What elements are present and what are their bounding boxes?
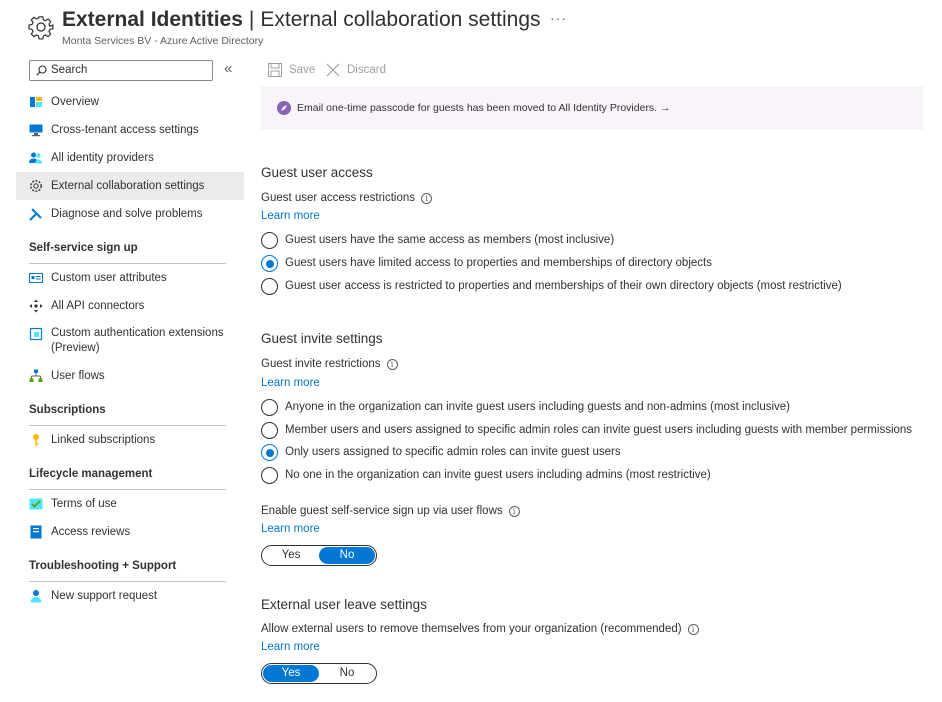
radio-guest-invite-2[interactable]: Only users assigned to specific admin ro… (261, 444, 621, 462)
section-title-subscriptions: Subscriptions (29, 404, 106, 416)
section-heading-guest-invite: Guest invite settings (261, 331, 383, 346)
overview-icon (30, 97, 42, 107)
learn-more-link[interactable]: Learn more (261, 377, 320, 389)
sidebar-item-external-collaboration[interactable]: External collaboration settings (16, 172, 244, 200)
sidebar-item-cross-tenant[interactable]: Cross-tenant access settings (16, 116, 244, 144)
sidebar-item-new-support-request[interactable]: New support request (16, 582, 244, 610)
save-button[interactable]: Save (268, 62, 320, 80)
card-icon (29, 273, 43, 283)
radio-guest-invite-3[interactable]: No one in the organization can invite gu… (261, 467, 721, 485)
info-icon[interactable]: i (687, 624, 699, 635)
page-title: External Identities | External collaborati… (62, 8, 541, 31)
collapse-sidebar-button[interactable]: « (224, 60, 232, 78)
radio-button-selected[interactable] (261, 255, 278, 272)
radio-button[interactable] (261, 278, 278, 295)
toggle-yes[interactable]: Yes (263, 547, 319, 564)
sidebar-item-terms-of-use[interactable]: Terms of use (16, 490, 244, 518)
toggle-yes-selected[interactable]: Yes (263, 665, 319, 682)
self-service-label: Enable guest self-service sign up via us… (261, 505, 520, 517)
users-icon (29, 152, 42, 164)
sidebar-item-user-flows[interactable]: User flows (16, 362, 244, 390)
rocket-icon (277, 101, 291, 115)
learn-more-link[interactable]: Learn more (261, 523, 320, 535)
learn-more-link[interactable]: Learn more (261, 210, 320, 222)
extension-icon (29, 327, 43, 341)
radio-guest-invite-1[interactable]: Member users and users assigned to speci… (261, 422, 912, 440)
section-title-self-service: Self-service sign up (29, 242, 138, 254)
section-title-lifecycle: Lifecycle management (29, 468, 153, 480)
toggle-no[interactable]: No (319, 665, 375, 682)
search-placeholder: Search (51, 64, 88, 76)
gear-icon (30, 180, 42, 192)
sidebar-item-identity-providers[interactable]: All identity providers (16, 144, 244, 172)
radio-button[interactable] (261, 467, 278, 484)
leave-label: Allow external users to remove themselve… (261, 623, 699, 635)
connector-icon (29, 299, 43, 313)
radio-guest-access-1[interactable]: Guest users have limited access to prope… (261, 255, 721, 273)
guest-invite-label: Guest invite restrictions i (261, 358, 398, 370)
info-icon[interactable]: i (421, 193, 433, 204)
discard-button[interactable]: Discard (326, 62, 390, 80)
banner-message[interactable]: Email one-time passcode for guests has b… (297, 102, 671, 114)
save-icon (268, 63, 282, 77)
radio-button-selected[interactable] (261, 444, 278, 461)
section-title-troubleshooting: Troubleshooting + Support (29, 560, 177, 572)
close-icon (326, 63, 340, 77)
section-heading-leave: External user leave settings (261, 597, 427, 612)
info-banner: Email one-time passcode for guests has b… (261, 86, 923, 130)
learn-more-link[interactable]: Learn more (261, 641, 320, 653)
arrow-right-icon: → (660, 102, 671, 114)
wrench-icon (29, 208, 42, 221)
radio-guest-access-0[interactable]: Guest users have the same access as memb… (261, 232, 621, 250)
sidebar-item-linked-subscriptions[interactable]: Linked subscriptions (16, 426, 244, 454)
review-icon (30, 525, 42, 539)
search-icon (36, 65, 47, 76)
sidebar-item-custom-auth-extensions[interactable]: Custom authentication extensions (Previe… (16, 320, 244, 356)
sidebar-item-custom-user-attributes[interactable]: Custom user attributes (16, 264, 244, 292)
page-header: External Identities | External collaborati… (28, 8, 928, 52)
page-subtitle: Monta Services BV - Azure Active Directo… (62, 35, 264, 47)
flow-icon (29, 369, 43, 382)
sidebar-item-api-connectors[interactable]: All API connectors (16, 292, 244, 320)
radio-guest-access-2[interactable]: Guest user access is restricted to prope… (261, 278, 842, 296)
sidebar-item-overview[interactable]: Overview (16, 88, 244, 116)
leave-toggle[interactable]: Yes No (261, 663, 377, 684)
guest-access-label: Guest user access restrictions i (261, 192, 433, 204)
search-input[interactable]: Search (29, 60, 213, 81)
info-icon[interactable]: i (386, 359, 398, 370)
self-service-toggle[interactable]: Yes No (261, 545, 377, 566)
info-icon[interactable]: i (508, 506, 520, 517)
sidebar-item-diagnose[interactable]: Diagnose and solve problems (16, 200, 244, 228)
key-icon (33, 434, 39, 446)
toggle-no-selected[interactable]: No (319, 547, 375, 564)
radio-guest-invite-0[interactable]: Anyone in the organization can invite gu… (261, 399, 791, 417)
checklist-icon (29, 498, 43, 510)
monitor-icon (29, 124, 43, 137)
sidebar-item-access-reviews[interactable]: Access reviews (16, 518, 244, 546)
gear-icon (28, 16, 54, 40)
radio-button[interactable] (261, 422, 278, 439)
support-person-icon (30, 590, 42, 603)
radio-button[interactable] (261, 399, 278, 416)
section-heading-guest-access: Guest user access (261, 165, 373, 180)
more-options-button[interactable]: ··· (550, 10, 567, 26)
radio-button[interactable] (261, 232, 278, 249)
